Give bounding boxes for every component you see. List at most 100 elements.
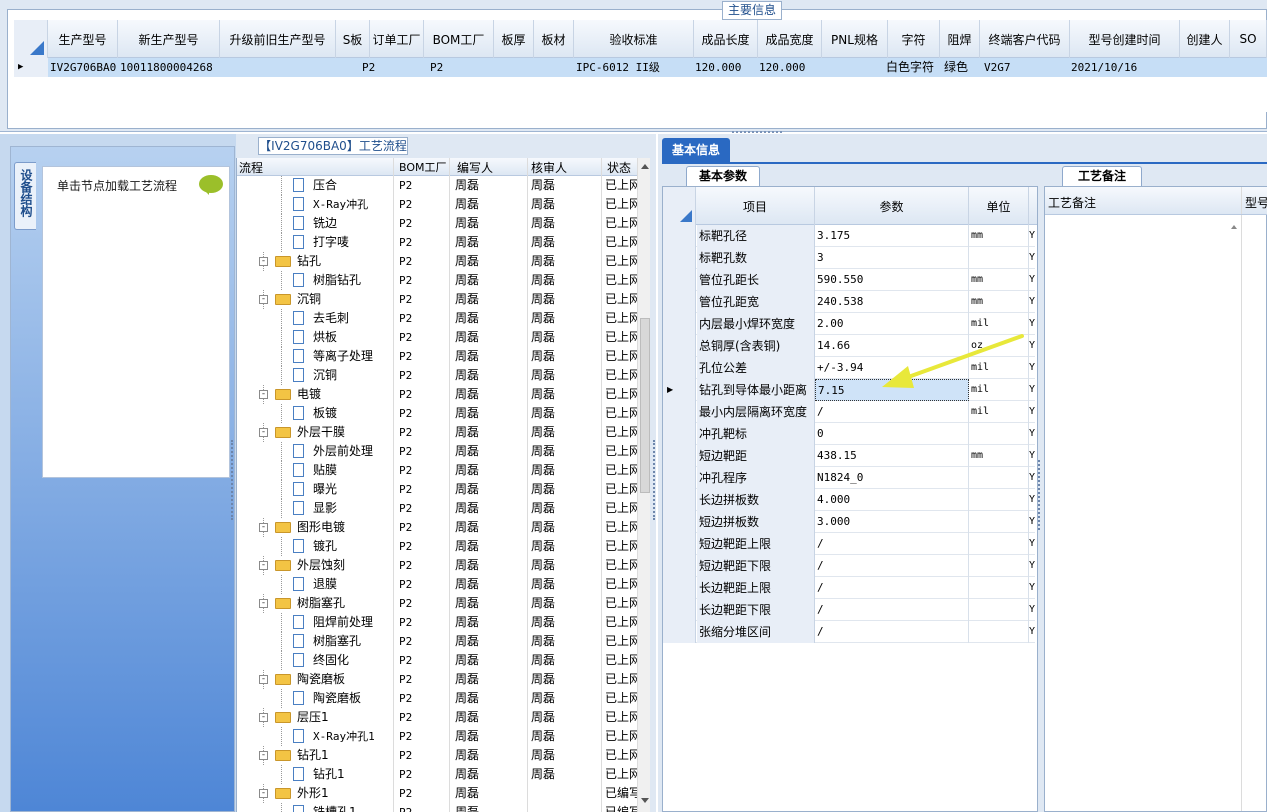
process-row[interactable]: 陶瓷磨板 P2 周磊 周磊 已上网 xyxy=(237,689,637,708)
params-grid-corner[interactable] xyxy=(663,187,696,225)
cell-bom-factory[interactable]: P2 xyxy=(430,58,480,77)
param-row[interactable]: 管位孔距宽 240.538 mm Y xyxy=(663,291,1035,313)
col-header-new-model[interactable]: 新生产型号 xyxy=(118,20,220,58)
col-header-s-board[interactable]: S板 xyxy=(336,20,370,58)
param-value[interactable]: 0 xyxy=(815,423,969,445)
process-row[interactable]: 去毛刺 P2 周磊 周磊 已上网 xyxy=(237,309,637,328)
param-row[interactable]: 长边靶距上限 / Y xyxy=(663,577,1035,599)
left-splitter[interactable] xyxy=(231,440,235,520)
col-header-material[interactable]: 板材 xyxy=(534,20,574,58)
col-header-remark[interactable]: 工艺备注 xyxy=(1048,194,1198,211)
col-header-order-factory[interactable]: 订单工厂 xyxy=(370,20,424,58)
main-info-row[interactable]: ▶ IV2G706BA0 10011800004268 P2 P2 IPC-60… xyxy=(14,58,1267,77)
process-row[interactable]: - 外层干膜 P2 周磊 周磊 已上网 xyxy=(237,423,637,442)
param-value[interactable]: 3.000 xyxy=(815,511,969,533)
row-selector[interactable] xyxy=(663,599,696,621)
col-header-param[interactable]: 参数 xyxy=(815,187,969,225)
process-row[interactable]: 板镀 P2 周磊 周磊 已上网 xyxy=(237,404,637,423)
process-row[interactable]: 外层前处理 P2 周磊 周磊 已上网 xyxy=(237,442,637,461)
row-selector[interactable] xyxy=(663,423,696,445)
process-row[interactable]: 等离子处理 P2 周磊 周磊 已上网 xyxy=(237,347,637,366)
col-header-flow[interactable]: 流程 xyxy=(239,159,389,176)
collapse-toggle-icon[interactable]: - xyxy=(259,390,268,399)
col-header-model[interactable]: 生产型号 xyxy=(48,20,118,58)
row-selector[interactable] xyxy=(663,247,696,269)
col-header-creator[interactable]: 创建人 xyxy=(1180,20,1230,58)
process-row[interactable]: 压合 P2 周磊 周磊 已上网 xyxy=(237,176,637,195)
row-selector[interactable] xyxy=(663,357,696,379)
process-scrollbar[interactable] xyxy=(637,158,650,812)
process-row[interactable]: - 沉铜 P2 周磊 周磊 已上网 xyxy=(237,290,637,309)
param-row[interactable]: 短边拼板数 3.000 Y xyxy=(663,511,1035,533)
basic-info-tab[interactable]: 基本信息 xyxy=(662,138,730,162)
param-row[interactable]: 冲孔靶标 0 Y xyxy=(663,423,1035,445)
process-row[interactable]: 铣槽孔1 P2 周磊 已编写 xyxy=(237,803,637,812)
process-row[interactable]: 烘板 P2 周磊 周磊 已上网 xyxy=(237,328,637,347)
col-header-mask[interactable]: 阻焊 xyxy=(940,20,980,58)
collapse-toggle-icon[interactable]: - xyxy=(259,751,268,760)
process-row[interactable]: 铣边 P2 周磊 周磊 已上网 xyxy=(237,214,637,233)
col-header-customer[interactable]: 终端客户代码 xyxy=(980,20,1070,58)
param-value[interactable]: / xyxy=(815,555,969,577)
row-selector[interactable] xyxy=(663,621,696,643)
row-selector[interactable] xyxy=(663,577,696,599)
process-row[interactable]: 镀孔 P2 周磊 周磊 已上网 xyxy=(237,537,637,556)
param-row[interactable]: 最小内层隔离环宽度 / mil Y xyxy=(663,401,1035,423)
col-header-width[interactable]: 成品宽度 xyxy=(758,20,822,58)
process-row[interactable]: 终固化 P2 周磊 周磊 已上网 xyxy=(237,651,637,670)
param-row[interactable]: 张缩分堆区间 / Y xyxy=(663,621,1035,643)
right-splitter[interactable] xyxy=(1038,460,1042,530)
col-header-created[interactable]: 型号创建时间 xyxy=(1070,20,1180,58)
param-row[interactable]: 标靶孔径 3.175 mm Y xyxy=(663,225,1035,247)
col-header-so[interactable]: SO xyxy=(1230,20,1267,58)
col-header-bom-factory[interactable]: BOM工厂 xyxy=(424,20,494,58)
param-row[interactable]: 短边靶距 438.15 mm Y xyxy=(663,445,1035,467)
collapse-toggle-icon[interactable]: - xyxy=(259,561,268,570)
param-value[interactable]: 4.000 xyxy=(815,489,969,511)
scroll-down-icon[interactable] xyxy=(641,798,649,803)
process-row[interactable]: 树脂钻孔 P2 周磊 周磊 已上网 xyxy=(237,271,637,290)
process-row[interactable]: 打字唛 P2 周磊 周磊 已上网 xyxy=(237,233,637,252)
cell-created[interactable]: 2021/10/16 xyxy=(1071,58,1179,77)
param-value[interactable]: / xyxy=(815,533,969,555)
col-header-char[interactable]: 字符 xyxy=(888,20,940,58)
param-value[interactable]: 438.15 xyxy=(815,445,969,467)
process-row[interactable]: 曝光 P2 周磊 周磊 已上网 xyxy=(237,480,637,499)
process-row[interactable]: - 电镀 P2 周磊 周磊 已上网 xyxy=(237,385,637,404)
param-value[interactable]: 240.538 xyxy=(815,291,969,313)
collapse-toggle-icon[interactable]: - xyxy=(259,789,268,798)
process-row[interactable]: 贴膜 P2 周磊 周磊 已上网 xyxy=(237,461,637,480)
param-value[interactable]: 590.550 xyxy=(815,269,969,291)
process-row[interactable]: 钻孔1 P2 周磊 周磊 已上网 xyxy=(237,765,637,784)
cell-width[interactable]: 120.000 xyxy=(759,58,821,77)
row-selector[interactable]: ▶ xyxy=(663,379,696,401)
process-row[interactable]: - 钻孔 P2 周磊 周磊 已上网 xyxy=(237,252,637,271)
params-subtab[interactable]: 基本参数 xyxy=(686,166,760,186)
collapse-toggle-icon[interactable]: - xyxy=(259,523,268,532)
row-selector[interactable] xyxy=(663,291,696,313)
col-header-length[interactable]: 成品长度 xyxy=(694,20,758,58)
param-row[interactable]: 长边靶距下限 / Y xyxy=(663,599,1035,621)
process-row[interactable]: - 图形电镀 P2 周磊 周磊 已上网 xyxy=(237,518,637,537)
param-row[interactable]: 标靶孔数 3 Y xyxy=(663,247,1035,269)
equipment-tree-box[interactable]: 单击节点加载工艺流程 xyxy=(42,166,230,478)
middle-splitter[interactable] xyxy=(653,440,657,520)
process-row[interactable]: 沉铜 P2 周磊 周磊 已上网 xyxy=(237,366,637,385)
row-selector[interactable] xyxy=(663,335,696,357)
col-header-pnl[interactable]: PNL规格 xyxy=(822,20,888,58)
row-selector[interactable] xyxy=(663,401,696,423)
row-selector[interactable] xyxy=(663,533,696,555)
row-selector[interactable] xyxy=(663,225,696,247)
param-row[interactable]: 短边靶距上限 / Y xyxy=(663,533,1035,555)
process-row[interactable]: - 钻孔1 P2 周磊 周磊 已上网 xyxy=(237,746,637,765)
row-selector[interactable] xyxy=(663,269,696,291)
cell-new-model[interactable]: 10011800004268 xyxy=(120,58,220,77)
row-selector[interactable] xyxy=(663,467,696,489)
scroll-thumb[interactable] xyxy=(640,318,650,493)
process-row[interactable]: 树脂塞孔 P2 周磊 周磊 已上网 xyxy=(237,632,637,651)
cell-order-factory[interactable]: P2 xyxy=(362,58,412,77)
process-row[interactable]: - 层压1 P2 周磊 周磊 已上网 xyxy=(237,708,637,727)
equipment-tab[interactable]: 设备结构 xyxy=(14,162,36,230)
param-value[interactable]: N1824_0 xyxy=(815,467,969,489)
param-row[interactable]: 冲孔程序 N1824_0 Y xyxy=(663,467,1035,489)
